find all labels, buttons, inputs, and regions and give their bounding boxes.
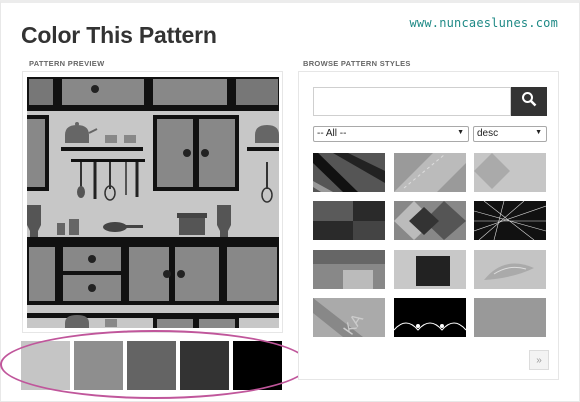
watermark-text: www.nuncaeslunes.com bbox=[409, 16, 558, 30]
pattern-preview-image bbox=[27, 77, 279, 328]
pattern-thumb[interactable] bbox=[394, 153, 466, 192]
pattern-thumb[interactable] bbox=[394, 250, 466, 289]
pattern-thumb[interactable] bbox=[394, 201, 466, 240]
pattern-thumb[interactable] bbox=[474, 298, 546, 337]
pattern-preview-label: PATTERN PREVIEW bbox=[29, 59, 105, 68]
pattern-search-input[interactable] bbox=[313, 87, 511, 116]
swatch-5[interactable] bbox=[233, 341, 282, 390]
swatch-3[interactable] bbox=[127, 341, 176, 390]
category-select[interactable]: -- All -- ▼ bbox=[313, 126, 469, 142]
pattern-thumb[interactable] bbox=[313, 250, 385, 289]
swatch-2[interactable] bbox=[74, 341, 123, 390]
pattern-preview-panel bbox=[22, 71, 283, 333]
search-button[interactable] bbox=[511, 87, 547, 116]
next-page-button[interactable]: » bbox=[529, 350, 549, 370]
sort-select[interactable]: desc ▼ bbox=[473, 126, 547, 142]
dropdown-arrow-icon: ▼ bbox=[457, 129, 464, 136]
pattern-thumb[interactable] bbox=[394, 298, 466, 337]
pattern-thumb[interactable] bbox=[313, 201, 385, 240]
sort-select-value: desc bbox=[477, 128, 499, 139]
category-select-value: -- All -- bbox=[317, 128, 347, 139]
swatch-4[interactable] bbox=[180, 341, 229, 390]
pattern-thumb[interactable] bbox=[474, 250, 546, 289]
swatch-1[interactable] bbox=[21, 341, 70, 390]
pattern-thumb[interactable]: KA bbox=[313, 298, 385, 337]
dropdown-arrow-icon: ▼ bbox=[535, 129, 542, 136]
browse-styles-label: BROWSE PATTERN STYLES bbox=[303, 59, 411, 68]
pattern-thumb[interactable] bbox=[474, 201, 546, 240]
search-icon bbox=[521, 91, 537, 112]
page-title: Color This Pattern bbox=[21, 22, 217, 48]
pattern-thumb[interactable] bbox=[474, 153, 546, 192]
pattern-thumb[interactable] bbox=[313, 153, 385, 192]
browse-panel: -- All -- ▼ desc ▼ KA » bbox=[298, 71, 559, 380]
color-swatches bbox=[21, 341, 285, 390]
